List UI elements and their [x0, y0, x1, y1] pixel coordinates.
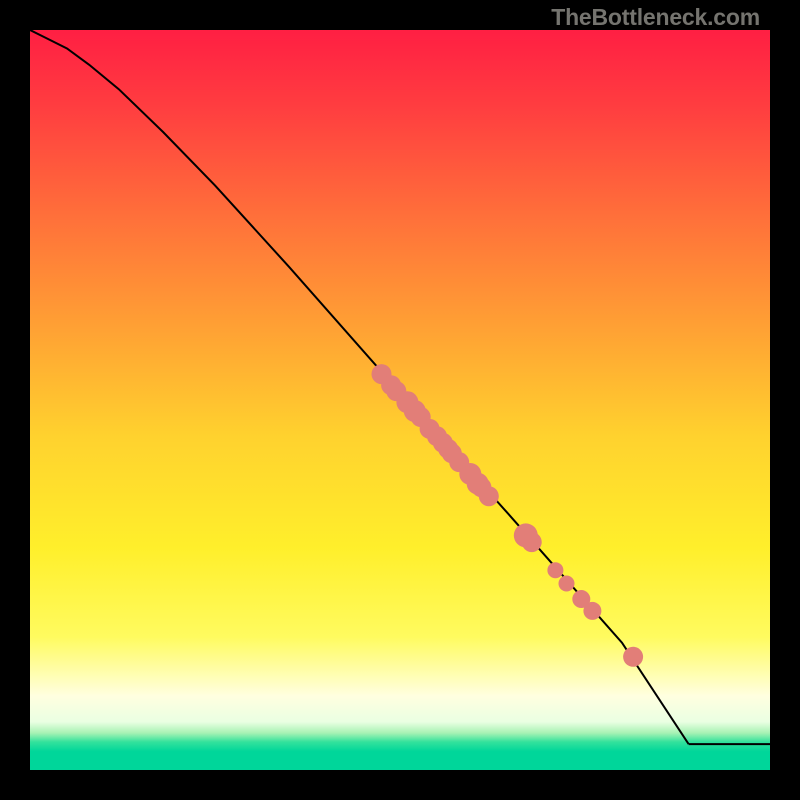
watermark-label: TheBottleneck.com: [551, 4, 760, 31]
marker-point: [623, 647, 643, 667]
marker-point: [479, 486, 499, 506]
chart-frame: TheBottleneck.com: [0, 0, 800, 800]
marker-point: [583, 602, 601, 620]
marker-point: [522, 532, 542, 552]
marker-point: [547, 562, 563, 578]
chart-plot: [30, 30, 770, 770]
marker-point: [559, 576, 575, 592]
